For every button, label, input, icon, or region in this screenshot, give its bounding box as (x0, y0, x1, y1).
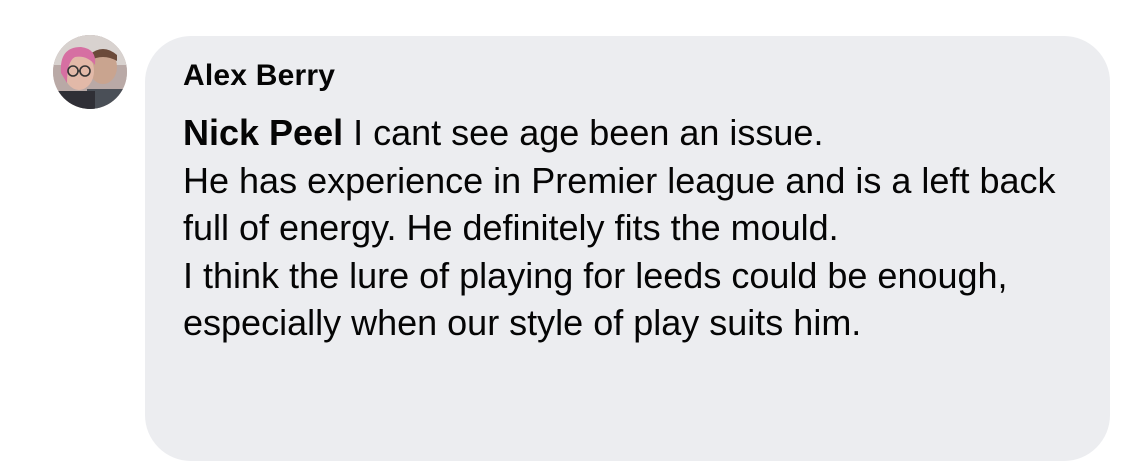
comment-bubble: Alex Berry Nick Peel I cant see age been… (145, 36, 1110, 461)
comment-line-3: I think the lure of playing for leeds co… (183, 254, 1008, 344)
comment-line-1: Nick Peel I cant see age been an issue. (183, 109, 1080, 157)
author-avatar[interactable] (53, 35, 127, 109)
mention-tag[interactable]: Nick Peel (183, 112, 343, 153)
comment-body: Nick Peel I cant see age been an issue. … (183, 109, 1080, 347)
avatar-photo-icon (53, 35, 127, 109)
comment-author-name[interactable]: Alex Berry (183, 59, 1080, 93)
comment-line-2: He has experience in Premier league and … (183, 159, 1056, 249)
comment-line-1-text: I cant see age been an issue. (343, 112, 824, 153)
